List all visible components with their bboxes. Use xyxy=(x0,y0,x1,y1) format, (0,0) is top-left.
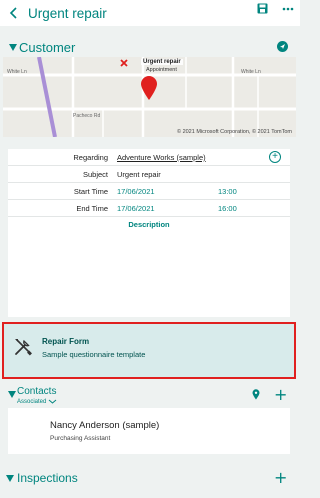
inspections-section-header[interactable]: Inspections xyxy=(6,471,78,485)
end-time-value[interactable]: 16:00 xyxy=(218,204,237,213)
start-time-row: Start Time 17/06/2021 13:00 xyxy=(8,183,290,200)
chevron-down-icon xyxy=(48,399,57,404)
inspections-title: Inspections xyxy=(17,471,78,485)
end-date-value[interactable]: 17/06/2021 xyxy=(117,204,155,213)
navigate-icon[interactable] xyxy=(277,41,288,52)
contacts-title[interactable]: Contacts xyxy=(17,386,56,397)
map-pin-title: Urgent repair xyxy=(141,59,183,65)
repair-form-card[interactable]: Repair Form Sample questionnaire templat… xyxy=(2,322,296,379)
page-title: Urgent repair xyxy=(28,5,107,21)
map-pin-icon[interactable] xyxy=(252,389,260,400)
regarding-label: Regarding xyxy=(73,153,108,162)
subject-label: Subject xyxy=(82,170,108,179)
regarding-link[interactable]: Adventure Works (sample) xyxy=(117,153,206,162)
contact-list-item[interactable]: Nancy Anderson (sample) Purchasing Assis… xyxy=(8,408,290,454)
more-options-icon[interactable] xyxy=(282,7,294,11)
close-marker-icon xyxy=(120,59,128,67)
repair-form-title: Repair Form xyxy=(42,337,90,346)
svg-text:White Ln: White Ln xyxy=(7,69,27,75)
contacts-filter[interactable]: Associated xyxy=(17,399,57,405)
back-button[interactable] xyxy=(2,1,26,25)
repair-form-subtitle: Sample questionnaire template xyxy=(42,350,146,359)
save-icon[interactable] xyxy=(257,3,268,14)
top-actions xyxy=(257,3,294,14)
contacts-filter-label: Associated xyxy=(17,399,47,406)
collapse-triangle-icon xyxy=(9,44,17,51)
add-inspection-button[interactable]: + xyxy=(274,468,287,487)
top-bar: Urgent repair xyxy=(0,0,300,26)
end-time-row: End Time 17/06/2021 16:00 xyxy=(8,200,290,217)
tools-icon xyxy=(15,339,32,356)
contact-name: Nancy Anderson (sample) xyxy=(50,420,160,431)
description-field[interactable] xyxy=(8,233,290,317)
chevron-left-icon xyxy=(9,7,17,19)
end-time-label: End Time xyxy=(76,204,108,213)
add-contact-button[interactable]: + xyxy=(274,385,287,404)
contacts-collapse-icon[interactable] xyxy=(8,391,16,398)
start-time-value[interactable]: 13:00 xyxy=(218,187,237,196)
add-circle-icon[interactable]: + xyxy=(269,151,281,163)
customer-section-title: Customer xyxy=(19,40,76,55)
svg-text:White Ln: White Ln xyxy=(241,69,261,75)
map-credit: © 2021 Microsoft Corporation, © 2021 Tom… xyxy=(176,129,292,135)
subject-row: Subject Urgent repair xyxy=(8,166,290,183)
start-time-label: Start Time xyxy=(73,187,108,196)
description-label: Description xyxy=(128,220,170,229)
details-card: Regarding Adventure Works (sample) + Sub… xyxy=(8,149,290,317)
regarding-row: Regarding Adventure Works (sample) + xyxy=(8,149,290,166)
location-pin-icon[interactable] xyxy=(140,75,158,101)
contact-role: Purchasing Assistant xyxy=(50,435,111,442)
customer-section-header[interactable]: Customer xyxy=(0,40,300,55)
map-pin-subtitle: Appointment xyxy=(146,67,177,73)
svg-text:Pacheco Rd: Pacheco Rd xyxy=(73,113,100,119)
subject-value[interactable]: Urgent repair xyxy=(117,170,161,179)
customer-map[interactable]: White Ln White Ln Pacheco Rd Urgent repa… xyxy=(3,57,296,137)
inspections-collapse-icon xyxy=(6,474,14,482)
start-date-value[interactable]: 17/06/2021 xyxy=(117,187,155,196)
